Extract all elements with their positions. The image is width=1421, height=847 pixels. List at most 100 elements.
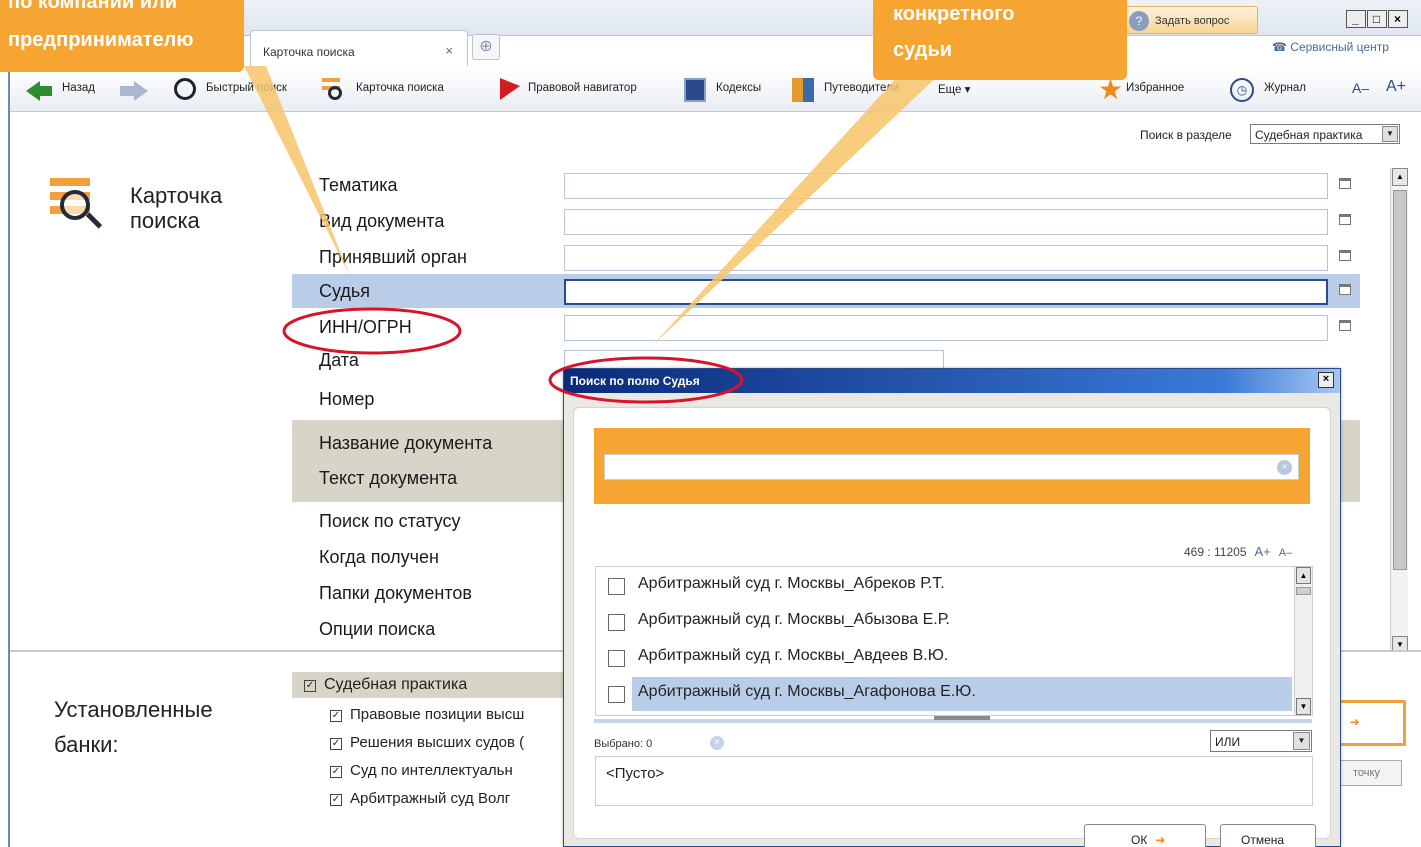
scroll-thumb[interactable] [1393, 190, 1407, 570]
operator-select[interactable]: ИЛИ ▼ [1210, 730, 1312, 752]
cancel-button[interactable]: Отмена [1220, 824, 1316, 847]
window-close-button[interactable]: × [1388, 10, 1408, 28]
dialog-search-input[interactable]: × [604, 454, 1299, 480]
codes-button[interactable]: Кодексы [716, 82, 761, 94]
clear-search-icon[interactable]: × [1277, 460, 1292, 475]
operator-value: ИЛИ [1215, 735, 1241, 749]
field-label: Опции поиска [319, 619, 436, 639]
search-card-button[interactable]: Карточка поиска [356, 82, 444, 94]
bank-item[interactable]: ✓ Арбитражный суд Волг [330, 790, 510, 807]
add-tab-icon[interactable]: ⊕ [472, 34, 500, 60]
dictionary-icon[interactable] [1339, 320, 1351, 331]
forward-arrow-shaft-icon [120, 86, 134, 96]
journal-clock-icon[interactable]: ◷ [1230, 78, 1254, 102]
list-font-decrease-button[interactable]: A– [1279, 547, 1292, 559]
callout-text: судьи [893, 39, 953, 61]
legal-navigator-icon[interactable] [500, 78, 520, 100]
codes-icon[interactable] [684, 78, 706, 102]
bank-item[interactable]: ✓ Решения высших судов ( [330, 734, 524, 751]
field-label: Принявший орган [319, 247, 467, 267]
dictionary-icon[interactable] [1339, 178, 1351, 189]
scroll-up-icon[interactable]: ▲ [1392, 168, 1408, 186]
list-item[interactable]: Арбитражный суд г. Москвы_Агафонова Е.Ю. [596, 677, 1294, 711]
dialog-title-text: Поиск по полю Судья [570, 374, 700, 388]
bank-group-header[interactable]: ✓ Судебная практика [292, 672, 582, 698]
scroll-down-icon[interactable]: ▼ [1296, 698, 1311, 715]
checkbox-checked-icon[interactable]: ✓ [330, 710, 342, 722]
favorites-button[interactable]: Избранное [1126, 82, 1184, 94]
maximize-button[interactable]: □ [1367, 10, 1387, 28]
list-item[interactable]: Арбитражный суд г. Москвы_Абреков Р.Т. [596, 569, 1294, 603]
dictionary-icon[interactable] [1339, 284, 1351, 295]
callout-company-search: по компании или предпринимателю [0, 0, 244, 72]
font-decrease-button[interactable]: A– [1352, 80, 1369, 96]
bank-item-label: Арбитражный суд Волг [350, 790, 511, 807]
guides-button[interactable]: Путеводители [824, 82, 899, 94]
question-icon: ? [1129, 11, 1149, 31]
journal-button[interactable]: Журнал [1264, 82, 1306, 94]
list-item[interactable]: Арбитражный суд г. Москвы_Абызова Е.Р. [596, 605, 1294, 639]
search-card-icon[interactable] [322, 78, 348, 102]
dictionary-icon[interactable] [1339, 214, 1351, 225]
document-type-input[interactable] [564, 209, 1328, 235]
checkbox-checked-icon[interactable]: ✓ [304, 680, 316, 692]
list-item-label: Арбитражный суд г. Москвы_Авдеев В.Ю. [638, 647, 949, 664]
guides-icon[interactable] [792, 78, 814, 102]
splitter-handle[interactable] [594, 716, 1312, 723]
dialog-body: × 469 : 11205 A+ A– Арбитражный суд г. Мос… [573, 407, 1331, 847]
dictionary-icon[interactable] [1339, 250, 1351, 261]
scroll-up-icon[interactable]: ▲ [1296, 567, 1311, 584]
tab-search-card[interactable]: Карточка поиска × [250, 30, 468, 66]
search-section-value: Судебная практика [1255, 128, 1363, 142]
list-item-checkbox[interactable] [608, 578, 625, 595]
checkbox-checked-icon[interactable]: ✓ [330, 794, 342, 806]
list-item[interactable]: Арбитражный суд г. Москвы_Авдеев В.Ю. [596, 641, 1294, 675]
field-label: ИНН/ОГРН [319, 317, 412, 337]
ask-question-button[interactable]: ? Задать вопрос [1118, 6, 1258, 34]
ok-button[interactable]: ОК ➜ [1084, 824, 1206, 847]
checkbox-checked-icon[interactable]: ✓ [330, 738, 342, 750]
list-item-checkbox[interactable] [608, 614, 625, 631]
search-card-logo-icon [50, 178, 110, 238]
list-item-label: Арбитражный суд г. Москвы_Агафонова Е.Ю. [632, 677, 1292, 711]
minimize-button[interactable]: _ [1346, 10, 1366, 28]
quick-search-icon[interactable] [174, 78, 196, 100]
callout-text: по компании или [8, 0, 178, 13]
service-center-link[interactable]: ☎ Сервисный центр [1272, 40, 1421, 54]
inn-ogrn-input[interactable] [564, 315, 1328, 341]
more-menu[interactable]: Еще ▾ [938, 82, 970, 96]
field-label: Название документа [319, 433, 493, 453]
search-section-select[interactable]: Судебная практика ▼ [1250, 124, 1400, 144]
search-section-label: Поиск в разделе [1140, 128, 1232, 142]
quick-search-button[interactable]: Быстрый поиск [206, 82, 287, 94]
chevron-down-icon[interactable]: ▼ [1382, 126, 1398, 142]
forward-arrow-icon[interactable] [134, 81, 148, 101]
issuing-body-input[interactable] [564, 245, 1328, 271]
list-scrollbar[interactable]: ▲ ▼ [1294, 567, 1312, 715]
ask-question-label: Задать вопрос [1155, 15, 1230, 27]
legal-navigator-button[interactable]: Правовой навигатор [528, 82, 637, 94]
close-icon[interactable]: × [445, 43, 453, 58]
installed-banks-label: Установленные банки: [54, 697, 213, 757]
list-scroll-thumb[interactable] [1296, 587, 1311, 595]
topic-input[interactable] [564, 173, 1328, 199]
checkbox-checked-icon[interactable]: ✓ [330, 766, 342, 778]
favorites-star-icon[interactable]: ★ [1098, 76, 1123, 104]
back-button[interactable]: Назад [62, 82, 95, 94]
bank-item[interactable]: ✓ Суд по интеллектуальн [330, 762, 513, 779]
list-font-increase-button[interactable]: A+ [1255, 544, 1271, 559]
bank-item[interactable]: ✓ Правовые позиции высш [330, 706, 524, 723]
clear-selection-icon[interactable]: × [710, 736, 724, 750]
list-item-checkbox[interactable] [608, 650, 625, 667]
font-increase-button[interactable]: A+ [1386, 78, 1406, 96]
bank-item-label: Решения высших судов ( [350, 734, 525, 751]
dialog-close-button[interactable]: × [1318, 372, 1334, 388]
callout-text: предпринимателю [8, 29, 194, 51]
chevron-down-icon[interactable]: ▼ [1293, 732, 1310, 750]
list-item-checkbox[interactable] [608, 686, 625, 703]
judge-input[interactable] [564, 279, 1328, 305]
list-item-label: Арбитражный суд г. Москвы_Абызова Е.Р. [638, 611, 950, 628]
vertical-scrollbar[interactable]: ▲ ▼ [1390, 168, 1408, 654]
field-row-issuing-body: Принявший орган [292, 240, 1360, 274]
bank-group-label: Судебная практика [324, 676, 468, 693]
